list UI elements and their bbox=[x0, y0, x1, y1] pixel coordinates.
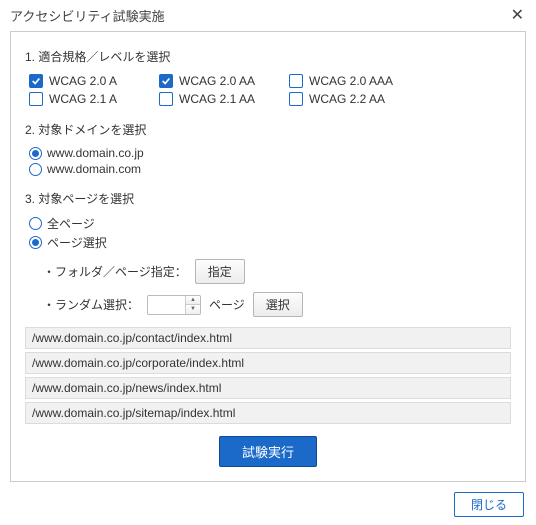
dialog-title: アクセシビリティ試験実施 bbox=[10, 6, 165, 25]
section-2-heading: 2. 対象ドメインを選択 bbox=[25, 121, 511, 138]
pages-group: 全ページ ページ選択 フォルダ／ページ指定： 指定 ランダム選択： ▲ ▼ ペー… bbox=[25, 215, 511, 424]
section-1-heading: 1. 適合規格／レベルを選択 bbox=[25, 48, 511, 65]
folder-specify-button[interactable]: 指定 bbox=[195, 259, 245, 284]
standard-label: WCAG 2.0 AAA bbox=[309, 74, 393, 88]
path-item[interactable]: /www.domain.co.jp/corporate/index.html bbox=[25, 352, 511, 374]
radio-select-pages[interactable] bbox=[29, 236, 42, 249]
standard-checkbox[interactable] bbox=[29, 92, 43, 106]
standard-option: WCAG 2.1 A bbox=[29, 91, 159, 107]
random-label: ランダム選択： bbox=[43, 296, 139, 313]
standard-checkbox[interactable] bbox=[289, 74, 303, 88]
spinner-up-icon[interactable]: ▲ bbox=[186, 296, 200, 306]
folder-label: フォルダ／ページ指定： bbox=[43, 263, 187, 280]
standard-option: WCAG 2.2 AA bbox=[289, 91, 419, 107]
random-count-value[interactable] bbox=[148, 296, 185, 314]
random-spinner[interactable]: ▲ ▼ bbox=[185, 296, 200, 314]
standards-group: WCAG 2.0 A WCAG 2.0 AA WCAG 2.0 AAA WCAG 2.… bbox=[29, 73, 511, 107]
random-select-button[interactable]: 選択 bbox=[253, 292, 303, 317]
radio-all-pages-label: 全ページ bbox=[47, 215, 95, 232]
standard-checkbox[interactable] bbox=[29, 74, 43, 88]
standard-label: WCAG 2.1 A bbox=[49, 92, 117, 106]
path-list: /www.domain.co.jp/contact/index.html/www… bbox=[25, 327, 511, 424]
standard-option: WCAG 2.1 AA bbox=[159, 91, 289, 107]
standard-checkbox[interactable] bbox=[289, 92, 303, 106]
path-item[interactable]: /www.domain.co.jp/contact/index.html bbox=[25, 327, 511, 349]
standard-label: WCAG 2.0 A bbox=[49, 74, 117, 88]
close-icon[interactable]: ✕ bbox=[509, 8, 526, 24]
standard-option: WCAG 2.0 AAA bbox=[289, 73, 419, 89]
path-item[interactable]: /www.domain.co.jp/news/index.html bbox=[25, 377, 511, 399]
radio-all-pages[interactable] bbox=[29, 217, 42, 230]
random-unit-label: ページ bbox=[209, 296, 245, 313]
standard-checkbox[interactable] bbox=[159, 92, 173, 106]
domains-group: www.domain.co.jp www.domain.com bbox=[25, 146, 511, 176]
domain-radio[interactable] bbox=[29, 147, 42, 160]
domain-label: www.domain.co.jp bbox=[47, 146, 144, 160]
random-count-input[interactable]: ▲ ▼ bbox=[147, 295, 201, 315]
spinner-down-icon[interactable]: ▼ bbox=[186, 305, 200, 314]
domain-radio[interactable] bbox=[29, 163, 42, 176]
standard-label: WCAG 2.0 AA bbox=[179, 74, 255, 88]
close-button[interactable]: 閉じる bbox=[454, 492, 524, 517]
section-3-heading: 3. 対象ページを選択 bbox=[25, 190, 511, 207]
standard-option: WCAG 2.0 A bbox=[29, 73, 159, 89]
run-test-button[interactable]: 試験実行 bbox=[219, 436, 317, 467]
standard-label: WCAG 2.1 AA bbox=[179, 92, 255, 106]
standard-checkbox[interactable] bbox=[159, 74, 173, 88]
domain-option: www.domain.com bbox=[29, 162, 511, 176]
path-item[interactable]: /www.domain.co.jp/sitemap/index.html bbox=[25, 402, 511, 424]
standard-label: WCAG 2.2 AA bbox=[309, 92, 385, 106]
radio-select-pages-label: ページ選択 bbox=[47, 234, 107, 251]
main-panel: 1. 適合規格／レベルを選択 WCAG 2.0 AWCAG 2.0 AAWCAG… bbox=[10, 31, 526, 482]
domain-option: www.domain.co.jp bbox=[29, 146, 511, 160]
standard-option: WCAG 2.0 AA bbox=[159, 73, 289, 89]
domain-label: www.domain.com bbox=[47, 162, 141, 176]
